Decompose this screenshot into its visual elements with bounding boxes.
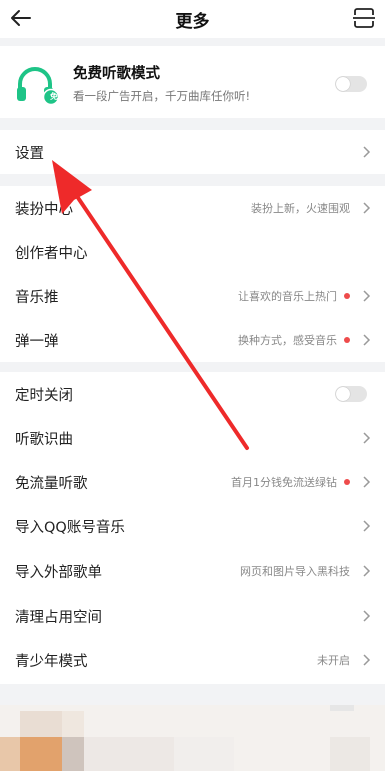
free-data-label: 免流量听歌 bbox=[15, 475, 88, 492]
teen-mode-row[interactable]: 青少年模式 未开启 bbox=[0, 638, 385, 682]
settings-row[interactable]: 设置 bbox=[0, 130, 385, 174]
settings-label: 设置 bbox=[15, 145, 44, 162]
teen-mode-label: 青少年模式 bbox=[15, 653, 88, 670]
import-qq-label: 导入QQ账号音乐 bbox=[15, 519, 125, 536]
red-dot-badge bbox=[344, 479, 350, 485]
music-promote-label: 音乐推 bbox=[15, 289, 59, 306]
timer-off-label: 定时关闭 bbox=[15, 387, 73, 404]
bounce-hint: 换种方式，感受音乐 bbox=[238, 334, 337, 347]
import-playlist-label: 导入外部歌单 bbox=[15, 564, 102, 581]
chevron-right-icon bbox=[363, 565, 371, 577]
chevron-right-icon bbox=[363, 334, 371, 346]
dress-center-row[interactable]: 装扮中心 装扮上新，火速围观 bbox=[0, 186, 385, 230]
scan-button[interactable] bbox=[351, 6, 377, 30]
more-page: 更多 免 免费听歌模式 看一段广告开启，千万曲库任你听! 设置 装扮中心 装扮上… bbox=[0, 0, 385, 771]
import-playlist-row[interactable]: 导入外部歌单 网页和图片导入黑科技 bbox=[0, 549, 385, 593]
chevron-right-icon bbox=[363, 202, 371, 214]
red-dot-badge bbox=[344, 337, 350, 343]
timer-off-row[interactable]: 定时关闭 bbox=[0, 372, 385, 416]
chevron-right-icon bbox=[363, 432, 371, 444]
promo-subtitle: 看一段广告开启，千万曲库任你听! bbox=[73, 89, 251, 103]
music-promote-row[interactable]: 音乐推 让喜欢的音乐上热门 bbox=[0, 274, 385, 318]
free-mode-toggle[interactable] bbox=[335, 76, 367, 92]
bounce-row[interactable]: 弹一弹 换种方式，感受音乐 bbox=[0, 318, 385, 362]
chevron-right-icon bbox=[363, 146, 371, 158]
chevron-right-icon bbox=[363, 520, 371, 532]
clean-storage-row[interactable]: 清理占用空间 bbox=[0, 594, 385, 638]
promo-title: 免费听歌模式 bbox=[73, 66, 160, 82]
scan-icon bbox=[353, 8, 375, 28]
top-bar: 更多 bbox=[0, 0, 385, 38]
red-dot-badge bbox=[344, 293, 350, 299]
chevron-right-icon bbox=[363, 290, 371, 302]
dress-center-label: 装扮中心 bbox=[15, 201, 73, 218]
music-promote-hint: 让喜欢的音乐上热门 bbox=[238, 290, 337, 303]
page-title: 更多 bbox=[175, 12, 210, 32]
creator-center-row[interactable]: 创作者中心 bbox=[0, 230, 385, 274]
import-playlist-hint: 网页和图片导入黑科技 bbox=[240, 565, 350, 578]
import-qq-row[interactable]: 导入QQ账号音乐 bbox=[0, 504, 385, 548]
teen-mode-hint: 未开启 bbox=[317, 654, 350, 667]
timer-off-toggle[interactable] bbox=[335, 386, 367, 402]
song-recognition-row[interactable]: 听歌识曲 bbox=[0, 416, 385, 460]
chevron-right-icon bbox=[363, 610, 371, 622]
free-data-row[interactable]: 免流量听歌 首月1分钱免流送绿钻 bbox=[0, 460, 385, 504]
clean-storage-label: 清理占用空间 bbox=[15, 609, 102, 626]
creator-center-label: 创作者中心 bbox=[15, 245, 88, 262]
bounce-label: 弹一弹 bbox=[15, 333, 59, 350]
dress-center-hint: 装扮上新，火速围观 bbox=[251, 202, 350, 215]
toggle-knob bbox=[336, 387, 350, 401]
toggle-knob bbox=[336, 77, 350, 91]
free-badge: 免 bbox=[50, 92, 58, 101]
free-data-hint: 首月1分钱免流送绿钻 bbox=[231, 476, 337, 489]
blurred-bottom-bar bbox=[0, 705, 385, 771]
song-recognition-label: 听歌识曲 bbox=[15, 431, 73, 448]
chevron-right-icon bbox=[363, 654, 371, 666]
chevron-right-icon bbox=[363, 476, 371, 488]
